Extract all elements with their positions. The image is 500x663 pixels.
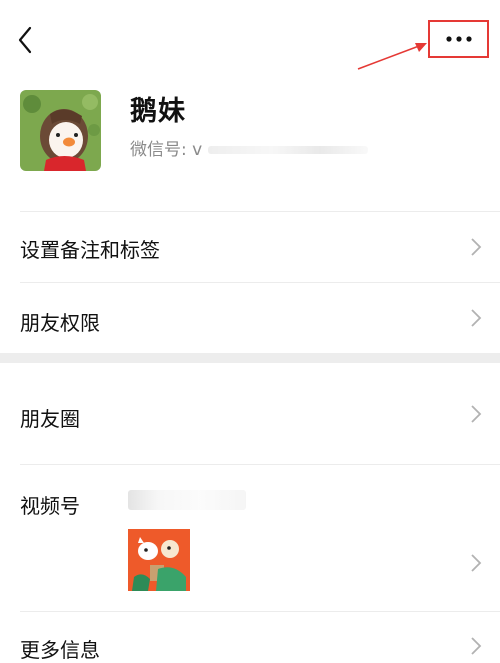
chevron-right-icon	[471, 405, 482, 423]
avatar[interactable]	[20, 90, 101, 171]
nickname: 鹅妹	[130, 96, 186, 127]
top-bar	[0, 0, 500, 80]
row-label: 朋友权限	[20, 311, 100, 335]
row-channels[interactable]: 视频号	[0, 465, 500, 611]
chevron-right-icon	[471, 637, 482, 655]
more-dots-icon	[445, 36, 472, 42]
row-set-remark-tags[interactable]: 设置备注和标签	[0, 212, 500, 282]
row-label: 设置备注和标签	[20, 238, 160, 262]
wechat-id-label: 微信号: v	[130, 140, 203, 160]
row-label: 朋友圈	[20, 407, 80, 431]
row-friend-permissions[interactable]: 朋友权限	[0, 283, 500, 353]
channel-thumbnail[interactable]	[128, 529, 190, 591]
section-gap	[0, 353, 500, 363]
channel-name-blurred	[128, 490, 246, 510]
wechat-id-blurred	[208, 146, 369, 154]
chevron-right-icon	[471, 554, 482, 572]
row-label: 更多信息	[20, 638, 100, 662]
back-button[interactable]	[12, 22, 40, 58]
chevron-right-icon	[471, 238, 482, 256]
row-moments[interactable]: 朋友圈	[0, 363, 500, 464]
row-label: 视频号	[20, 494, 80, 518]
chevron-left-icon	[18, 26, 32, 54]
row-more-info[interactable]: 更多信息	[0, 612, 500, 663]
annotation-arrow	[357, 43, 427, 70]
wechat-id: 微信号: v	[130, 135, 369, 160]
chevron-right-icon	[471, 309, 482, 327]
profile-header: 鹅妹 微信号: v	[0, 85, 500, 195]
more-options-button[interactable]	[428, 20, 489, 58]
